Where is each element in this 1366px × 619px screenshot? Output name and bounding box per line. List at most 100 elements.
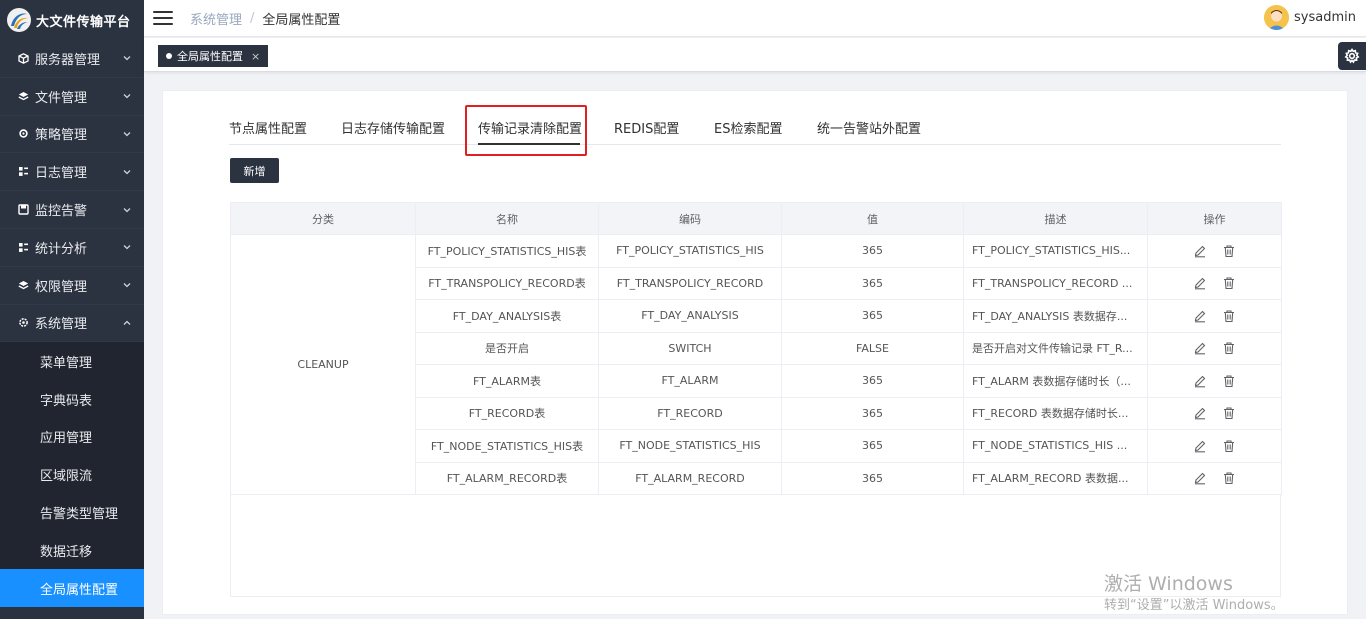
sidebar-item-label: 文件管理 [35, 90, 88, 106]
hamburger-menu-icon[interactable] [153, 10, 173, 26]
tag-active-dot [166, 53, 172, 59]
col-header-category: 分类 [230, 202, 416, 235]
cell-description: FT_TRANSPOLICY_RECORD ... [963, 266, 1148, 300]
submenu-item-menu-management[interactable]: 菜单管理 [0, 342, 144, 380]
windows-activation-watermark: 激活 Windows 转到“设置”以激活 Windows。 [1104, 572, 1284, 616]
cell-code: SWITCH [598, 331, 782, 365]
delete-icon[interactable] [1222, 471, 1236, 485]
chevron-down-icon [122, 242, 132, 252]
cell-name: FT_RECORD表 [415, 396, 599, 430]
cell-code: FT_POLICY_STATISTICS_HIS [598, 234, 782, 268]
cell-value: 365 [781, 266, 964, 300]
delete-icon[interactable] [1222, 374, 1236, 388]
cell-actions [1147, 461, 1282, 495]
watermark-line2: 转到“设置”以激活 Windows。 [1104, 598, 1284, 613]
cube-icon [18, 52, 29, 64]
active-tab-underline [478, 143, 580, 145]
cell-description: FT_DAY_ANALYSIS 表数据存... [963, 299, 1148, 333]
tab-redis-config[interactable]: REDIS配置 [614, 118, 679, 137]
cell-value: 365 [781, 429, 964, 463]
user-menu[interactable]: sysadmin [1264, 5, 1356, 30]
tags-view-bar: 全局属性配置 × [144, 38, 1366, 72]
gear-icon [1344, 48, 1360, 64]
submenu-item-data-migration[interactable]: 数据迁移 [0, 531, 144, 569]
gear-puzzle-icon [18, 128, 29, 139]
cell-actions [1147, 234, 1282, 268]
settings-gear-button[interactable] [1338, 42, 1366, 70]
sidebar-item-statistics[interactable]: 统计分析 [0, 229, 144, 267]
breadcrumb-separator: / [250, 10, 255, 26]
delete-icon[interactable] [1222, 276, 1236, 290]
cell-actions [1147, 364, 1282, 398]
cell-value: 365 [781, 299, 964, 333]
cell-value: 365 [781, 234, 964, 268]
breadcrumb-item-current: 全局属性配置 [262, 12, 341, 28]
sidebar-item-label: 权限管理 [35, 279, 88, 295]
sidebar-item-policy[interactable]: 策略管理 [0, 116, 144, 154]
delete-icon[interactable] [1222, 309, 1236, 323]
cell-code: FT_DAY_ANALYSIS [598, 299, 782, 333]
submenu-item-app-management[interactable]: 应用管理 [0, 418, 144, 456]
logo-icon [7, 8, 31, 32]
cell-name: 是否开启 [415, 331, 599, 365]
tag-close-icon[interactable]: × [251, 50, 260, 63]
edit-icon[interactable] [1193, 276, 1207, 290]
cell-code: FT_RECORD [598, 396, 782, 430]
cell-description: FT_NODE_STATISTICS_HIS ... [963, 429, 1148, 463]
delete-icon[interactable] [1222, 341, 1236, 355]
add-button[interactable]: 新增 [230, 158, 279, 183]
col-header-name: 名称 [415, 202, 599, 235]
cell-code: FT_NODE_STATISTICS_HIS [598, 429, 782, 463]
tab-node-config[interactable]: 节点属性配置 [229, 118, 307, 137]
delete-icon[interactable] [1222, 406, 1236, 420]
tag-global-config[interactable]: 全局属性配置 × [158, 45, 269, 67]
main-card: 节点属性配置 日志存储传输配置 传输记录清除配置 REDIS配置 ES检索配置 … [162, 90, 1348, 615]
chevron-down-icon [122, 91, 132, 101]
submenu-item-global-config[interactable]: 全局属性配置 [0, 569, 144, 607]
sidebar-item-permission[interactable]: 权限管理 [0, 267, 144, 305]
tab-es-config[interactable]: ES检索配置 [714, 118, 782, 137]
breadcrumb-item-system[interactable]: 系统管理 [190, 9, 242, 28]
chevron-up-icon [122, 318, 132, 328]
sidebar-item-system[interactable]: 系统管理 [0, 305, 144, 343]
cell-name: FT_TRANSPOLICY_RECORD表 [415, 266, 599, 300]
cell-actions [1147, 299, 1282, 333]
tab-alarm-config[interactable]: 统一告警站外配置 [817, 118, 921, 137]
sidebar-item-label: 监控告警 [35, 204, 88, 220]
tab-log-storage-config[interactable]: 日志存储传输配置 [341, 118, 445, 137]
delete-icon[interactable] [1222, 439, 1236, 453]
username: sysadmin [1294, 10, 1356, 25]
chevron-down-icon [122, 53, 132, 63]
edit-icon[interactable] [1193, 406, 1207, 420]
cell-description: FT_POLICY_STATISTICS_HIS... [963, 234, 1148, 268]
settings-icon [18, 317, 29, 328]
col-header-value: 值 [781, 202, 964, 235]
top-header: 系统管理 / 全局属性配置 sysadmin [144, 0, 1366, 37]
cell-name: FT_ALARM_RECORD表 [415, 461, 599, 495]
submenu-item-region-limit[interactable]: 区域限流 [0, 456, 144, 494]
submenu-item-alarm-type[interactable]: 告警类型管理 [0, 494, 144, 532]
cell-value: 365 [781, 461, 964, 495]
config-table: 分类 名称 编码 值 描述 操作 CLEANUP FT_POLICY_STATIS… [230, 202, 1282, 495]
edit-icon[interactable] [1193, 341, 1207, 355]
tab-transfer-cleanup-config[interactable]: 传输记录清除配置 [478, 118, 582, 137]
sidebar-item-file[interactable]: 文件管理 [0, 78, 144, 116]
edit-icon[interactable] [1193, 374, 1207, 388]
edit-icon[interactable] [1193, 244, 1207, 258]
chevron-down-icon [122, 280, 132, 290]
cell-name: FT_NODE_STATISTICS_HIS表 [415, 429, 599, 463]
delete-icon[interactable] [1222, 244, 1236, 258]
tag-label: 全局属性配置 [177, 50, 243, 63]
cell-description: FT_ALARM_RECORD 表数据... [963, 461, 1148, 495]
sidebar-item-server[interactable]: 服务器管理 [0, 40, 144, 78]
sidebar-item-label: 策略管理 [35, 128, 88, 144]
edit-icon[interactable] [1193, 439, 1207, 453]
app-logo[interactable]: 大文件传输平台 [0, 0, 144, 40]
edit-icon[interactable] [1193, 309, 1207, 323]
sidebar-item-monitor[interactable]: 监控告警 [0, 191, 144, 229]
sidebar-item-log[interactable]: 日志管理 [0, 153, 144, 192]
cell-actions [1147, 429, 1282, 463]
edit-icon[interactable] [1193, 471, 1207, 485]
submenu-item-dictionary[interactable]: 字典码表 [0, 380, 144, 418]
cell-code: FT_TRANSPOLICY_RECORD [598, 266, 782, 300]
